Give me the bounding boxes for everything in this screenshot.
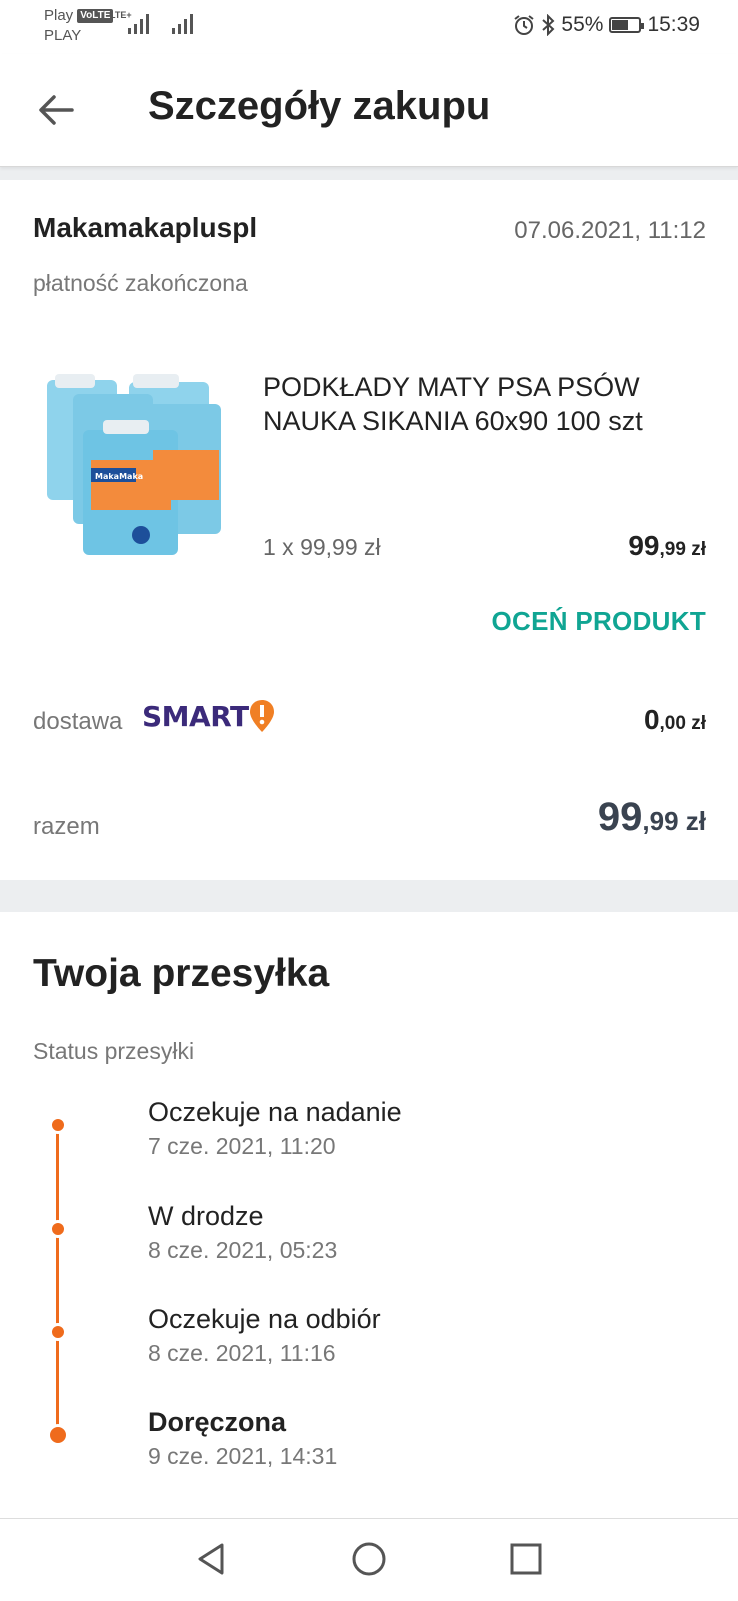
- delivery-label: dostawa: [33, 708, 123, 735]
- alarm-icon: [514, 15, 535, 35]
- arrow-left-icon[interactable]: [36, 92, 76, 128]
- total-price: 99,99 zł: [598, 795, 706, 840]
- status-right: 55% 15:39: [513, 13, 700, 37]
- event-title: Oczekuje na nadanie: [148, 1097, 402, 1127]
- battery-icon: [609, 17, 645, 33]
- event-title: W drodze: [148, 1201, 264, 1231]
- product-price-fraction: ,99 zł: [659, 539, 706, 560]
- product-price-main: 99: [628, 530, 660, 561]
- total-price-main: 99: [597, 795, 643, 839]
- timeline-dot-current: [47, 1424, 69, 1446]
- event-date: 7 cze. 2021, 11:20: [148, 1133, 336, 1159]
- bluetooth-icon: [542, 14, 555, 36]
- event-date: 8 cze. 2021, 11:16: [148, 1340, 336, 1366]
- product-title[interactable]: PODKŁADY MATY PSA PSÓW NAUKA SIKANIA 60x…: [263, 370, 703, 438]
- payment-status: płatność zakończona: [33, 270, 248, 296]
- order-date: 07.06.2021, 11:12: [514, 217, 706, 244]
- smart-logo: SMART: [142, 699, 275, 733]
- square-recents-icon[interactable]: [506, 1539, 546, 1579]
- event-date: 9 cze. 2021, 14:31: [148, 1443, 338, 1469]
- carrier-name: Play: [44, 7, 74, 24]
- timeline-event: Oczekuje na nadanie 7 cze. 2021, 11:20: [148, 1096, 402, 1162]
- system-nav-bar: [0, 1518, 738, 1601]
- timeline-dot: [49, 1116, 67, 1134]
- product-quantity: 1 x 99,99 zł: [263, 534, 381, 560]
- app-bar: Szczegóły zakupu: [0, 54, 738, 167]
- page-title: Szczegóły zakupu: [148, 84, 491, 128]
- timeline-line: [56, 1124, 59, 1434]
- event-title: Oczekuje na odbiór: [148, 1304, 381, 1334]
- svg-text:MakaMaka: MakaMaka: [95, 472, 143, 481]
- timeline-dot: [49, 1323, 67, 1341]
- timeline-event: Oczekuje na odbiór 8 cze. 2021, 11:16: [148, 1303, 381, 1369]
- product-image[interactable]: MakaMaka: [33, 360, 233, 560]
- product-price: 99,99 zł: [628, 530, 706, 562]
- circle-home-icon[interactable]: [349, 1539, 389, 1579]
- seller-name[interactable]: Makamakapluspl: [33, 212, 257, 244]
- shipment-card: Twoja przesyłka Status przesyłki Oczekuj…: [0, 912, 738, 1518]
- delivery-price-fraction: ,00 zł: [659, 713, 706, 734]
- triangle-back-icon[interactable]: [192, 1539, 232, 1579]
- shipment-status-label: Status przesyłki: [33, 1038, 195, 1064]
- carrier-name-2: PLAY: [44, 27, 82, 44]
- status-bar: Play VoLTE PLAY LTE+ 55% 15:39: [0, 0, 738, 54]
- battery-percent: 55%: [561, 13, 604, 36]
- volte-badge: VoLTE: [77, 9, 114, 24]
- delivery-price-main: 0: [643, 704, 660, 735]
- order-card: Makamakapluspl 07.06.2021, 11:12 płatnoś…: [0, 180, 738, 880]
- total-price-fraction: ,99 zł: [642, 806, 706, 836]
- smart-exclamation-icon: [249, 700, 274, 732]
- signal-icon-2: [172, 14, 193, 34]
- timeline-event: Doręczona 9 cze. 2021, 14:31: [148, 1406, 337, 1472]
- timeline-event: W drodze 8 cze. 2021, 05:23: [148, 1200, 337, 1266]
- rate-product-button[interactable]: OCEŃ PRODUKT: [492, 606, 707, 637]
- total-label: razem: [33, 813, 100, 840]
- signal-icon: [128, 14, 149, 34]
- event-title: Doręczona: [148, 1407, 287, 1437]
- timeline-dot: [49, 1220, 67, 1238]
- carrier-info: Play VoLTE PLAY: [44, 6, 114, 46]
- shipment-title: Twoja przesyłka: [33, 952, 330, 995]
- smart-badge-text: SMART: [142, 699, 249, 733]
- event-date: 8 cze. 2021, 05:23: [148, 1237, 338, 1263]
- clock: 15:39: [647, 13, 700, 36]
- delivery-price: 0,00 zł: [644, 704, 706, 736]
